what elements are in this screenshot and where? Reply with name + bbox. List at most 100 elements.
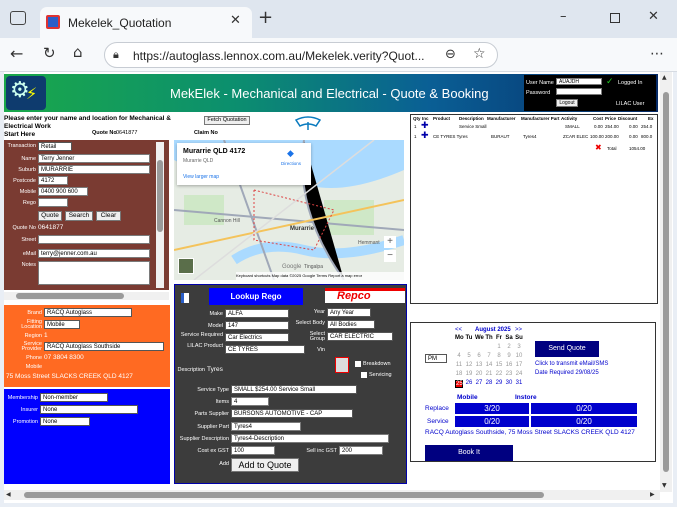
fetch-quotation-button[interactable]: Fetch Quotation bbox=[204, 116, 250, 125]
calendar-day[interactable]: 6 bbox=[475, 353, 483, 359]
calendar-day[interactable]: 3 bbox=[515, 344, 523, 350]
zoom-icon[interactable]: ⊖ bbox=[445, 47, 456, 62]
calendar-day[interactable]: 28 bbox=[485, 380, 493, 386]
customer-hscroll-thumb[interactable] bbox=[16, 293, 124, 299]
membership-select[interactable]: Non-member bbox=[40, 393, 108, 402]
service-provider-select[interactable]: RACQ Autoglass Southside bbox=[44, 342, 164, 351]
table-row[interactable]: 1 ✚ CE TYRES Tyres BURAUT Tyres4 ZCAR EL… bbox=[411, 131, 659, 143]
service-required-select[interactable]: Car Electrics bbox=[225, 333, 289, 342]
lookup-rego-button[interactable]: Lookup Rego bbox=[209, 288, 303, 305]
items-field[interactable]: 4 bbox=[231, 397, 269, 406]
page-vscroll-thumb[interactable] bbox=[663, 92, 669, 472]
scroll-left-icon[interactable]: ◀ bbox=[6, 491, 11, 498]
sell-inc-gst-field[interactable]: 200 bbox=[339, 446, 383, 455]
calendar-day[interactable]: 7 bbox=[485, 353, 493, 359]
name-field[interactable]: Terry Jenner bbox=[38, 154, 150, 163]
calendar-day[interactable]: 10 bbox=[515, 353, 523, 359]
service-instore-slot[interactable]: 0/20 bbox=[531, 416, 637, 427]
tab-close-icon[interactable]: ✕ bbox=[230, 13, 241, 28]
calendar-day[interactable]: 17 bbox=[515, 362, 523, 368]
calendar-day[interactable]: 2 bbox=[505, 344, 513, 350]
transaction-select[interactable]: Retail bbox=[38, 142, 72, 151]
calendar-day[interactable]: 13 bbox=[475, 362, 483, 368]
site-info-icon[interactable]: 🔒︎ bbox=[113, 48, 119, 62]
new-tab-icon[interactable]: + bbox=[258, 7, 273, 28]
calendar-day[interactable]: 30 bbox=[505, 380, 513, 386]
map-larger-link[interactable]: View larger map bbox=[183, 174, 219, 180]
servicing-checkbox[interactable] bbox=[361, 372, 367, 378]
mobile-field[interactable]: 0400 900 600 bbox=[38, 187, 88, 196]
page-vscrollbar[interactable]: ▲ ▼ bbox=[660, 72, 672, 492]
calendar-day[interactable]: 1 bbox=[495, 344, 503, 350]
rego-field[interactable] bbox=[38, 198, 68, 207]
group-select[interactable]: CAR ELECTRIC bbox=[327, 332, 393, 341]
inc-plus-icon[interactable]: ✚ bbox=[421, 131, 429, 141]
calendar-day[interactable]: 31 bbox=[515, 380, 523, 386]
map-panel[interactable]: Murarrie QLD 4172 Murarrie QLD View larg… bbox=[174, 140, 404, 280]
back-icon[interactable]: ← bbox=[10, 44, 23, 63]
calendar-prev[interactable]: << bbox=[455, 327, 462, 333]
supplier-part-field[interactable]: Tyres4 bbox=[231, 422, 301, 431]
book-it-button[interactable]: Book It bbox=[425, 445, 513, 461]
fitting-location-select[interactable]: Mobile bbox=[44, 320, 80, 329]
inc-plus-icon[interactable]: ✚ bbox=[421, 121, 429, 131]
scroll-down-icon[interactable]: ▼ bbox=[662, 482, 667, 489]
user-name-field[interactable]: AUAJDH bbox=[556, 78, 602, 85]
delete-row-icon[interactable]: ✖ bbox=[595, 143, 602, 152]
calendar-day[interactable]: 19 bbox=[465, 371, 473, 377]
calendar-day[interactable]: 15 bbox=[495, 362, 503, 368]
search-button[interactable]: Search bbox=[65, 211, 93, 221]
promotion-select[interactable]: None bbox=[40, 417, 90, 426]
calendar-day[interactable]: 11 bbox=[455, 362, 463, 368]
street-field[interactable] bbox=[38, 235, 150, 244]
year-select[interactable]: Any Year bbox=[327, 308, 371, 317]
home-icon[interactable]: ⌂ bbox=[73, 43, 83, 61]
minimize-icon[interactable]: – bbox=[560, 9, 567, 24]
calendar-day[interactable]: 5 bbox=[465, 353, 473, 359]
scroll-up-icon[interactable]: ▲ bbox=[662, 74, 667, 81]
more-menu-icon[interactable]: ⋯ bbox=[650, 46, 664, 62]
calendar-day[interactable]: 20 bbox=[475, 371, 483, 377]
calendar-day[interactable]: 22 bbox=[495, 371, 503, 377]
customer-scroll-thumb[interactable] bbox=[157, 160, 163, 232]
page-hscroll-thumb[interactable] bbox=[24, 492, 544, 498]
url-input[interactable]: 🔒︎ https://autoglass.lennox.com.au/Mekel… bbox=[104, 42, 498, 68]
replace-mobile-slot[interactable]: 3/20 bbox=[455, 403, 529, 414]
logout-button[interactable]: Logout bbox=[556, 99, 578, 107]
refresh-icon[interactable]: ↻ bbox=[43, 44, 56, 62]
make-select[interactable]: ALFA bbox=[225, 309, 289, 318]
map-thumbnail[interactable] bbox=[178, 258, 194, 274]
customer-hscrollbar[interactable] bbox=[4, 292, 169, 300]
model-select[interactable]: 147 bbox=[225, 321, 289, 330]
insurer-select[interactable]: None bbox=[40, 405, 138, 414]
calendar-day[interactable]: 18 bbox=[455, 371, 463, 377]
calendar-day[interactable]: 25 bbox=[455, 380, 463, 388]
clear-button[interactable]: Clear bbox=[96, 211, 121, 221]
email-field[interactable]: terry@jenner.com.au bbox=[38, 249, 150, 258]
brand-select[interactable]: RACQ Autoglass bbox=[44, 308, 132, 317]
quote-button[interactable]: Quote bbox=[38, 211, 62, 221]
page-hscrollbar[interactable]: ◀ ▶ bbox=[4, 490, 660, 500]
map-zoom-in-icon[interactable]: + bbox=[384, 236, 396, 248]
calendar-day[interactable]: 9 bbox=[505, 353, 513, 359]
favorite-icon[interactable]: ☆ bbox=[473, 46, 486, 62]
scroll-right-icon[interactable]: ▶ bbox=[650, 491, 655, 498]
calendar-day[interactable]: 24 bbox=[515, 371, 523, 377]
maximize-icon[interactable] bbox=[610, 13, 620, 23]
body-select[interactable]: All Bodies bbox=[327, 320, 375, 329]
suburb-field[interactable]: MURARRIE bbox=[38, 165, 150, 174]
postcode-field[interactable]: 4172 bbox=[38, 176, 68, 185]
calendar-day[interactable]: 27 bbox=[475, 380, 483, 386]
add-to-quote-button[interactable]: Add to Quote bbox=[231, 458, 299, 472]
browser-tab[interactable]: Mekelek_Quotation ✕ bbox=[40, 7, 252, 38]
directions-link[interactable]: Directions bbox=[281, 161, 301, 166]
calendar-day[interactable]: 8 bbox=[495, 353, 503, 359]
map-zoom-out-icon[interactable]: − bbox=[384, 250, 396, 262]
lilac-product-select[interactable]: CE TYRES bbox=[225, 345, 305, 354]
calendar-day[interactable]: 12 bbox=[465, 362, 473, 368]
send-quote-button[interactable]: Send Quote bbox=[535, 341, 599, 357]
calendar-day[interactable]: 14 bbox=[485, 362, 493, 368]
calendar-day[interactable]: 4 bbox=[455, 353, 463, 359]
directions-icon[interactable]: ◆ bbox=[287, 149, 294, 159]
service-mobile-slot[interactable]: 0/20 bbox=[455, 416, 529, 427]
